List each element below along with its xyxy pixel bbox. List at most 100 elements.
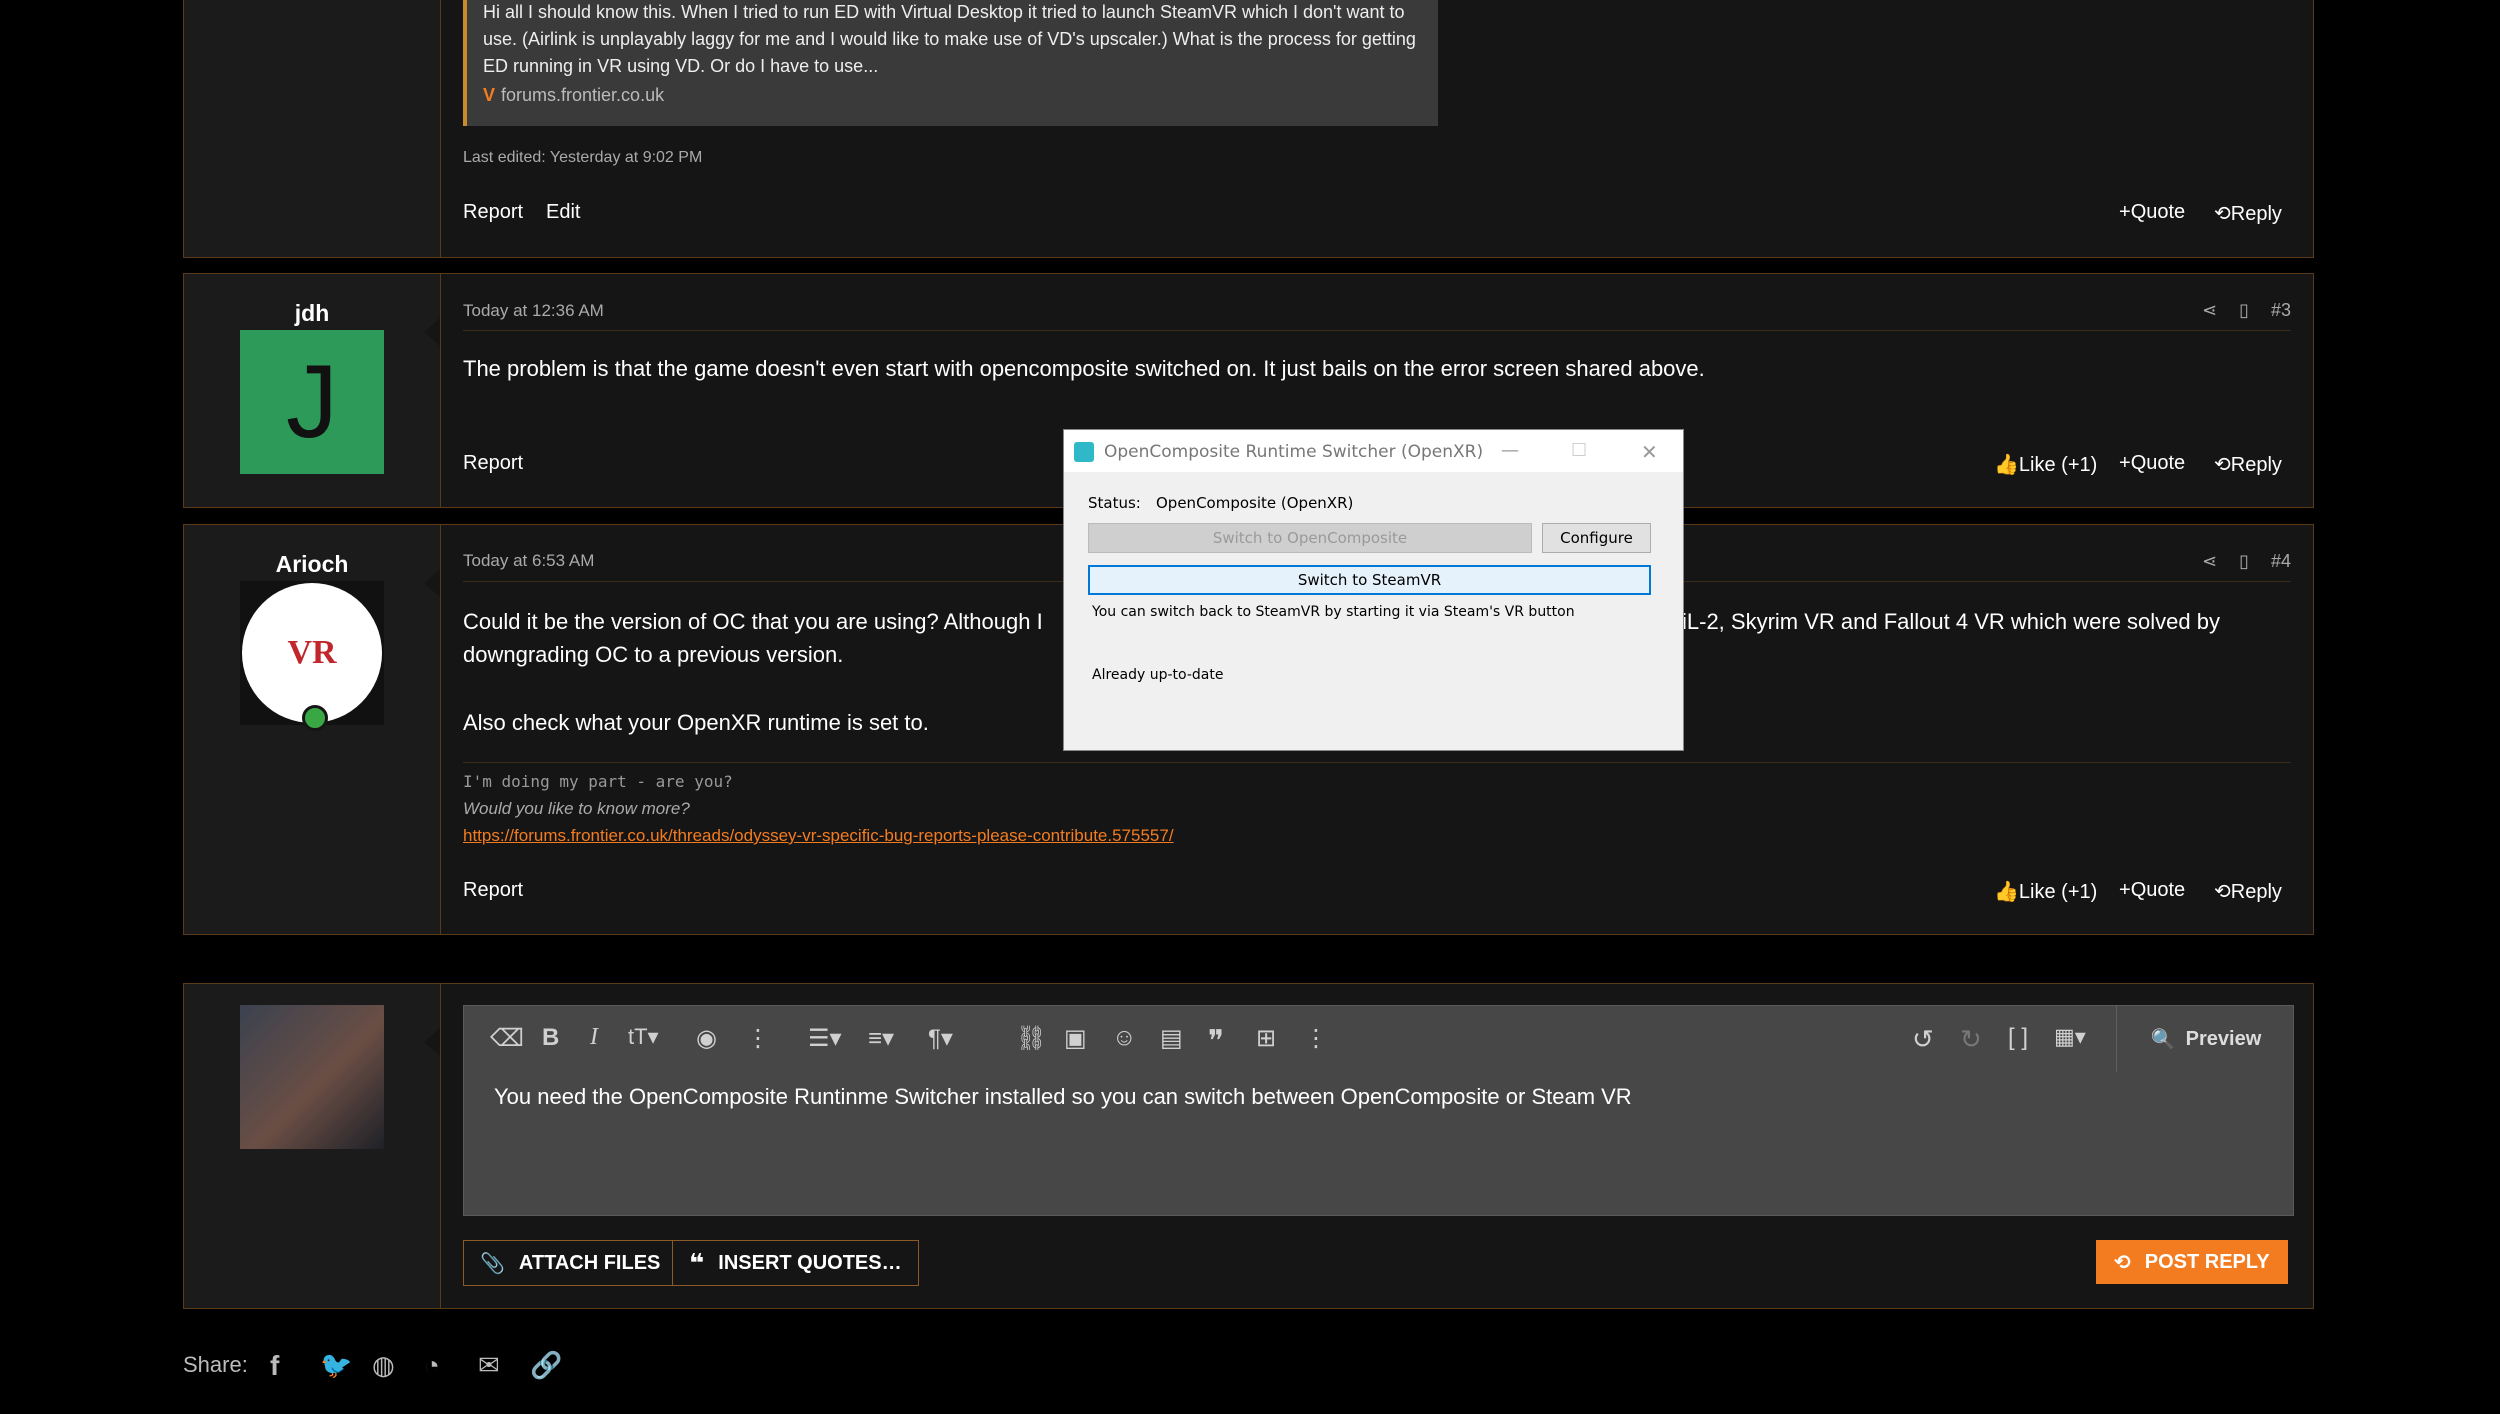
hint-text: You can switch back to SteamVR by starti…	[1092, 604, 1575, 620]
quick-reply: ⌫ B I tT▾ ◉ ⋮ ☰▾ ≡▾ ¶▾ ⛓ ▣ ☺ ▤ ❞ ⊞ ⋮ ↺ ↻…	[183, 983, 2314, 1309]
post-reply-button[interactable]: ⟲ POST REPLY	[2096, 1240, 2288, 1284]
post-time[interactable]: Today at 6:53 AM	[463, 551, 594, 571]
header-divider	[463, 330, 2291, 331]
whatsapp-icon[interactable]: ◔	[424, 1350, 456, 1382]
reply-button[interactable]: ⟲Reply	[2214, 879, 2282, 904]
undo-icon[interactable]: ↺	[1912, 1024, 1942, 1054]
report-link[interactable]: Report	[463, 201, 523, 224]
preview-button[interactable]: 🔍 Preview	[2116, 1006, 2295, 1072]
like-button[interactable]: 👍Like (+1)	[1994, 452, 2097, 477]
switch-to-steamvr-button[interactable]: Switch to SteamVR	[1088, 565, 1651, 595]
like-button[interactable]: 👍Like (+1)	[1994, 879, 2097, 904]
quote-button[interactable]: +Quote	[2119, 879, 2185, 902]
signature-line2: Would you like to know more?	[463, 799, 690, 818]
avatar-text: VR	[287, 634, 337, 671]
emoji-icon[interactable]: ☺	[1112, 1024, 1142, 1054]
switch-oc-label: Switch to OpenComposite	[1212, 529, 1408, 547]
username[interactable]: jdh	[184, 300, 440, 327]
palette-icon[interactable]: ◉	[696, 1024, 726, 1054]
quote-label: Quote	[2130, 452, 2186, 474]
avatar[interactable]: VR	[240, 581, 384, 731]
fullscreen-icon[interactable]: [ ]	[2008, 1024, 2038, 1054]
reply-button[interactable]: ⟲Reply	[2214, 201, 2282, 226]
paragraph-icon[interactable]: ¶▾	[928, 1024, 978, 1054]
align-icon[interactable]: ≡▾	[868, 1024, 918, 1054]
signature-link[interactable]: https://forums.frontier.co.uk/threads/od…	[463, 826, 1174, 846]
like-label: Like (+1)	[2018, 454, 2098, 476]
draft-icon[interactable]: ▦▾	[2054, 1024, 2104, 1054]
image-icon[interactable]: ▣	[1064, 1024, 1094, 1054]
more-options-icon[interactable]: ⋮	[1304, 1024, 1334, 1054]
quote-embed-text: Hi all I should know this. When I tried …	[483, 2, 1416, 76]
frontier-icon: V	[483, 85, 496, 105]
share-icon[interactable]: ⋖	[2202, 300, 2217, 321]
facebook-icon[interactable]: f	[270, 1350, 302, 1382]
quote-button[interactable]: +Quote	[2119, 201, 2185, 224]
italic-icon[interactable]: I	[590, 1024, 620, 1054]
status-label: Status:	[1088, 494, 1141, 512]
configure-button[interactable]: Configure	[1542, 523, 1651, 553]
email-icon[interactable]: ✉	[478, 1350, 510, 1382]
update-status: Already up-to-date	[1092, 667, 1224, 683]
reply-label: Reply	[2230, 203, 2282, 225]
avatar[interactable]: J	[240, 330, 384, 474]
share-label: Share:	[183, 1352, 248, 1377]
reply-button[interactable]: ⟲Reply	[2214, 452, 2282, 477]
switch-steam-label: Switch to SteamVR	[1297, 571, 1442, 589]
more-options-icon[interactable]: ⋮	[746, 1024, 776, 1054]
report-link[interactable]: Report	[463, 879, 523, 902]
avatar-letter: J	[286, 344, 338, 460]
post-number[interactable]: #4	[2271, 551, 2291, 572]
bookmark-icon[interactable]: ▯	[2239, 551, 2249, 572]
list-icon[interactable]: ☰▾	[808, 1024, 858, 1054]
post-reply-label: POST REPLY	[2144, 1250, 2270, 1273]
twitter-icon[interactable]: 🐦	[320, 1350, 352, 1382]
post-body: The problem is that the game doesn't eve…	[463, 356, 1705, 381]
post-2: Hi all I should know this. When I tried …	[183, 0, 2314, 258]
link-icon[interactable]: ⛓	[1016, 1024, 1046, 1054]
dialog-titlebar: OpenComposite Runtime Switcher (OpenXR) …	[1064, 430, 1683, 472]
quote-source[interactable]: V forums.frontier.co.uk	[483, 85, 664, 106]
post-tools: ⋖ ▯ #3	[2202, 300, 2291, 321]
bold-icon[interactable]: B	[542, 1024, 572, 1054]
like-label: Like (+1)	[2018, 881, 2098, 903]
edit-link[interactable]: Edit	[546, 201, 580, 224]
link-icon[interactable]: 🔗	[530, 1350, 562, 1382]
post-body-line1a: Could it be the version of OC that you a…	[463, 609, 1043, 634]
share-icon[interactable]: ⋖	[2202, 551, 2217, 572]
insert-quotes-label: INSERT QUOTES…	[718, 1251, 902, 1274]
app-icon	[1074, 442, 1094, 462]
post-2-sidebar	[184, 0, 441, 257]
quote-button[interactable]: +Quote	[2119, 452, 2185, 475]
redo-icon[interactable]: ↻	[1960, 1024, 1990, 1054]
insert-quotes-button[interactable]: ❝ INSERT QUOTES…	[672, 1240, 919, 1286]
username[interactable]: Arioch	[184, 551, 440, 578]
report-link[interactable]: Report	[463, 452, 523, 475]
close-icon[interactable]: ✕	[1641, 440, 1658, 464]
eraser-icon[interactable]: ⌫	[490, 1024, 524, 1054]
switch-to-opencomposite-button[interactable]: Switch to OpenComposite	[1088, 523, 1532, 553]
vr-logo: VR	[242, 583, 382, 723]
editor-textarea[interactable]: You need the OpenComposite Runtinme Swit…	[494, 1084, 1632, 1110]
paperclip-icon: 📎	[480, 1252, 505, 1275]
post-time[interactable]: Today at 12:36 AM	[463, 301, 604, 321]
quote-icon: ❝	[689, 1247, 705, 1278]
quote-label: Quote	[2130, 201, 2186, 223]
maximize-icon[interactable]: ☐	[1571, 440, 1587, 461]
quote-label: Quote	[2130, 879, 2186, 901]
attach-files-button[interactable]: 📎 ATTACH FILES	[463, 1240, 678, 1286]
post-body-line1b: iL-2, Skyrim VR and Fallout 4 VR which w…	[1682, 609, 2220, 634]
minimize-icon[interactable]: —	[1501, 440, 1519, 461]
table-icon[interactable]: ⊞	[1256, 1024, 1286, 1054]
text-size-icon[interactable]: tT▾	[628, 1024, 678, 1054]
post-number[interactable]: #3	[2271, 300, 2291, 321]
online-indicator	[302, 705, 328, 731]
bookmark-icon[interactable]: ▯	[2239, 300, 2249, 321]
editor-toolbar: ⌫ B I tT▾ ◉ ⋮ ☰▾ ≡▾ ¶▾ ⛓ ▣ ☺ ▤ ❞ ⊞ ⋮ ↺ ↻…	[464, 1006, 2293, 1072]
media-icon[interactable]: ▤	[1160, 1024, 1190, 1054]
user-avatar[interactable]	[240, 1005, 384, 1149]
last-edited: Last edited: Yesterday at 9:02 PM	[463, 149, 703, 166]
reddit-icon[interactable]: ◍	[372, 1350, 404, 1382]
quote-icon[interactable]: ❞	[1208, 1024, 1238, 1058]
post-body-line2: downgrading OC to a previous version.	[463, 642, 844, 667]
